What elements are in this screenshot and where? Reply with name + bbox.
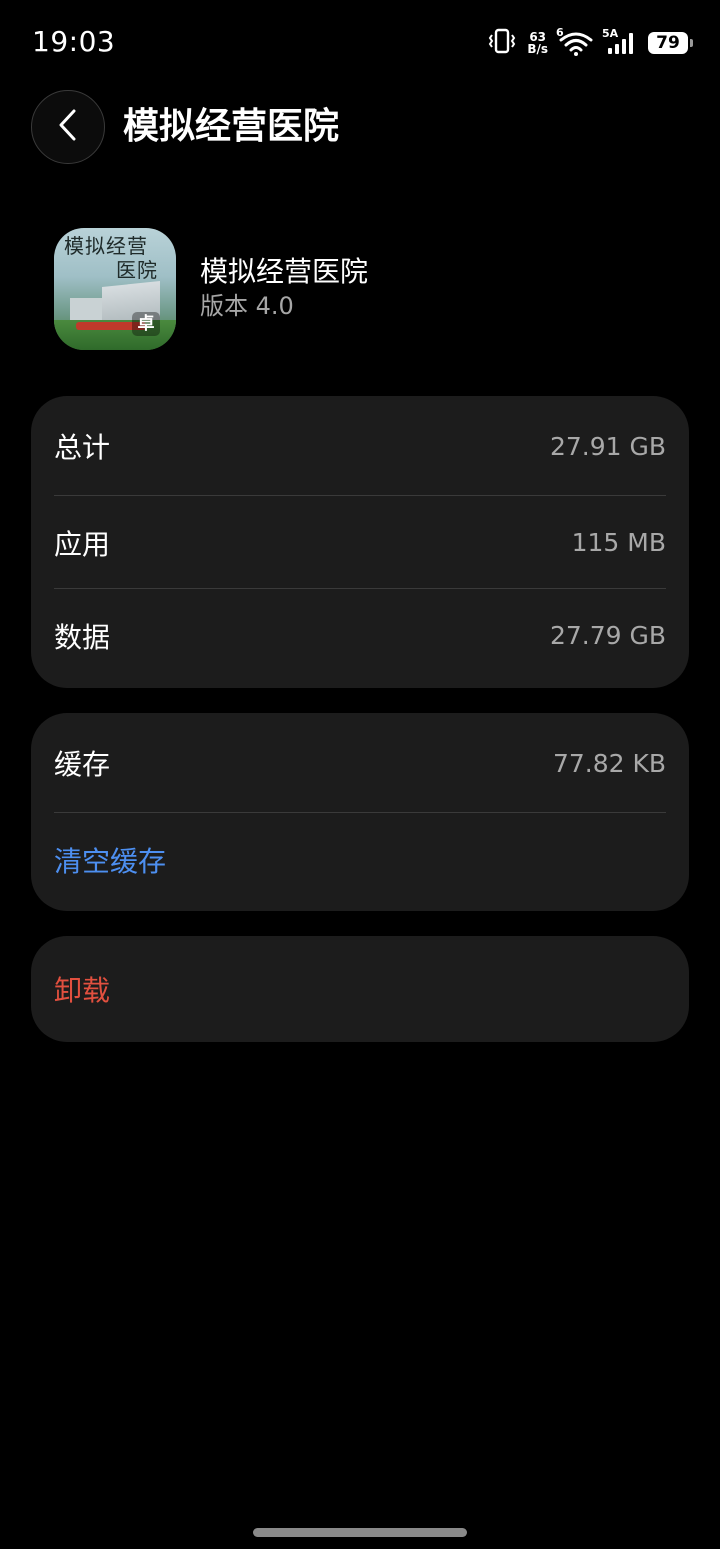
storage-row-label: 数据 [54, 620, 111, 654]
icon-calligraphy-line2: 医院 [116, 258, 158, 282]
chevron-left-icon [55, 108, 81, 146]
home-indicator[interactable] [253, 1528, 467, 1537]
cell-tag: 5A [602, 27, 619, 40]
icon-calligraphy: 模拟经营 医院 [64, 234, 158, 282]
clear-cache-label: 清空缓存 [54, 845, 167, 878]
storage-row-label: 总计 [54, 431, 111, 464]
storage-row-data: 数据 27.79 GB [54, 589, 666, 682]
storage-card: 总计 27.91 GB 应用 115 MB 数据 27.79 GB [31, 396, 689, 688]
uninstall-card: 卸载 [31, 936, 689, 1042]
network-speed-unit: B/s [527, 42, 548, 56]
app-version: 版本 4.0 [200, 292, 294, 320]
cache-card: 缓存 77.82 KB 清空缓存 [31, 713, 689, 911]
battery-level: 79 [656, 33, 680, 53]
storage-row-app: 应用 115 MB [54, 496, 666, 589]
storage-row-total: 总计 27.91 GB [54, 396, 666, 496]
wifi-icon: 6 [556, 26, 594, 56]
vibrate-icon [487, 28, 517, 58]
uninstall-button[interactable]: 卸载 [54, 936, 666, 1042]
icon-badge: 卓 [132, 312, 160, 336]
page-title: 模拟经营医院 [123, 106, 340, 147]
storage-row-value: 115 MB [571, 528, 666, 557]
uninstall-label: 卸载 [54, 974, 111, 1007]
storage-row-label: 应用 [54, 527, 111, 561]
cache-label: 缓存 [54, 748, 111, 781]
cache-row: 缓存 77.82 KB [54, 713, 666, 813]
back-button[interactable] [31, 90, 105, 164]
app-icon: 模拟经营 医院 卓 [54, 228, 176, 350]
network-speed: 63 B/s [527, 31, 548, 55]
cache-value: 77.82 KB [552, 748, 666, 778]
storage-row-value: 27.91 GB [549, 431, 666, 461]
status-icons: 63 B/s 6 5A 79 [487, 26, 693, 60]
battery-icon: 79 [648, 32, 693, 54]
storage-row-value: 27.79 GB [549, 621, 666, 650]
status-time: 19:03 [32, 25, 116, 58]
wifi-tag: 6 [556, 26, 564, 39]
app-name: 模拟经营医院 [200, 255, 369, 288]
icon-calligraphy-line1: 模拟经营 [64, 234, 148, 258]
clear-cache-button[interactable]: 清空缓存 [54, 813, 666, 907]
cellular-signal-icon: 5A [602, 27, 638, 55]
status-bar: 19:03 63 B/s 6 5A 79 [0, 0, 720, 86]
